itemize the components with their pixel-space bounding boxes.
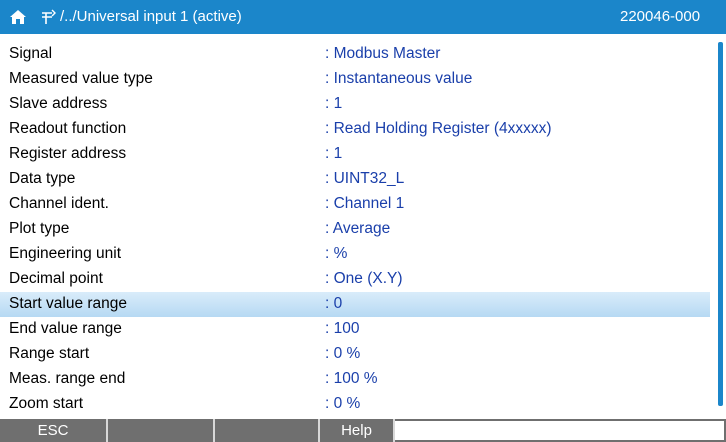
param-label: Channel ident. [9, 195, 109, 212]
param-row[interactable]: Slave address : 1 [0, 92, 710, 117]
param-row[interactable]: Readout function : Read Holding Register … [0, 117, 710, 142]
param-label: Plot type [9, 220, 70, 237]
param-label: Data type [9, 170, 76, 187]
param-label: Meas. range end [9, 370, 126, 387]
param-row[interactable]: Range start : 0 % [0, 342, 710, 367]
param-label: Readout function [9, 120, 127, 137]
param-value: : % [325, 245, 348, 262]
param-label: Zoom start [9, 395, 84, 408]
param-row[interactable]: Signal : Modbus Master [0, 42, 710, 67]
esc-softkey[interactable]: ESC [0, 419, 108, 442]
param-value: : UINT32_L [325, 170, 405, 187]
navigation-fork-icon [42, 9, 56, 24]
softkey-3[interactable] [215, 419, 320, 442]
title-bar: /../Universal input 1 (active) 220046-00… [0, 0, 726, 34]
param-label: End value range [9, 320, 122, 337]
param-row[interactable]: Decimal point : One (X.Y) [0, 267, 710, 292]
param-value: : 100 % [325, 370, 378, 387]
param-label: Measured value type [9, 70, 153, 87]
param-value: : One (X.Y) [325, 270, 403, 287]
param-label: Signal [9, 45, 53, 62]
param-label: Register address [9, 145, 127, 162]
home-icon[interactable] [9, 9, 27, 25]
param-label: Slave address [9, 95, 108, 112]
param-value: : Average [325, 220, 391, 237]
param-row[interactable]: Zoom start : 0 % [0, 392, 710, 408]
parameter-list: Signal : Modbus Master Measured value type… [0, 34, 726, 408]
param-value: : Channel 1 [325, 195, 405, 212]
param-value: : 0 [325, 295, 343, 312]
param-row[interactable]: Register address : 1 [0, 142, 710, 167]
softkey-2[interactable] [108, 419, 215, 442]
param-value: : Read Holding Register (4xxxxx) [325, 120, 552, 137]
param-row[interactable]: Channel ident. : Channel 1 [0, 192, 710, 217]
param-row[interactable]: Measured value type : Instantaneous value [0, 67, 710, 92]
param-row[interactable]: Engineering unit : % [0, 242, 710, 267]
param-value: : 100 [325, 320, 360, 337]
param-value: : 0 % [325, 345, 361, 362]
param-row[interactable]: Data type : UINT32_L [0, 167, 710, 192]
param-label: Start value range [9, 295, 128, 312]
softkey-5[interactable] [395, 419, 726, 442]
param-row[interactable]: Plot type : Average [0, 217, 710, 242]
scrollbar-thumb[interactable] [718, 42, 723, 406]
help-softkey[interactable]: Help [320, 419, 395, 442]
param-label: Range start [9, 345, 90, 362]
device-id: 220046-000 [620, 8, 701, 25]
param-value: : Instantaneous value [325, 70, 473, 87]
param-label: Decimal point [9, 270, 103, 287]
param-row[interactable]: Start value range : 0 [0, 292, 710, 317]
param-value: : Modbus Master [325, 45, 441, 62]
param-value: : 1 [325, 95, 343, 112]
softkey-bar: ESC Help [0, 419, 726, 442]
param-label: Engineering unit [9, 245, 122, 262]
param-value: : 0 % [325, 395, 361, 408]
param-row[interactable]: Meas. range end : 100 % [0, 367, 710, 392]
param-row[interactable]: End value range : 100 [0, 317, 710, 342]
param-value: : 1 [325, 145, 343, 162]
breadcrumb: /../Universal input 1 (active) [60, 8, 242, 25]
